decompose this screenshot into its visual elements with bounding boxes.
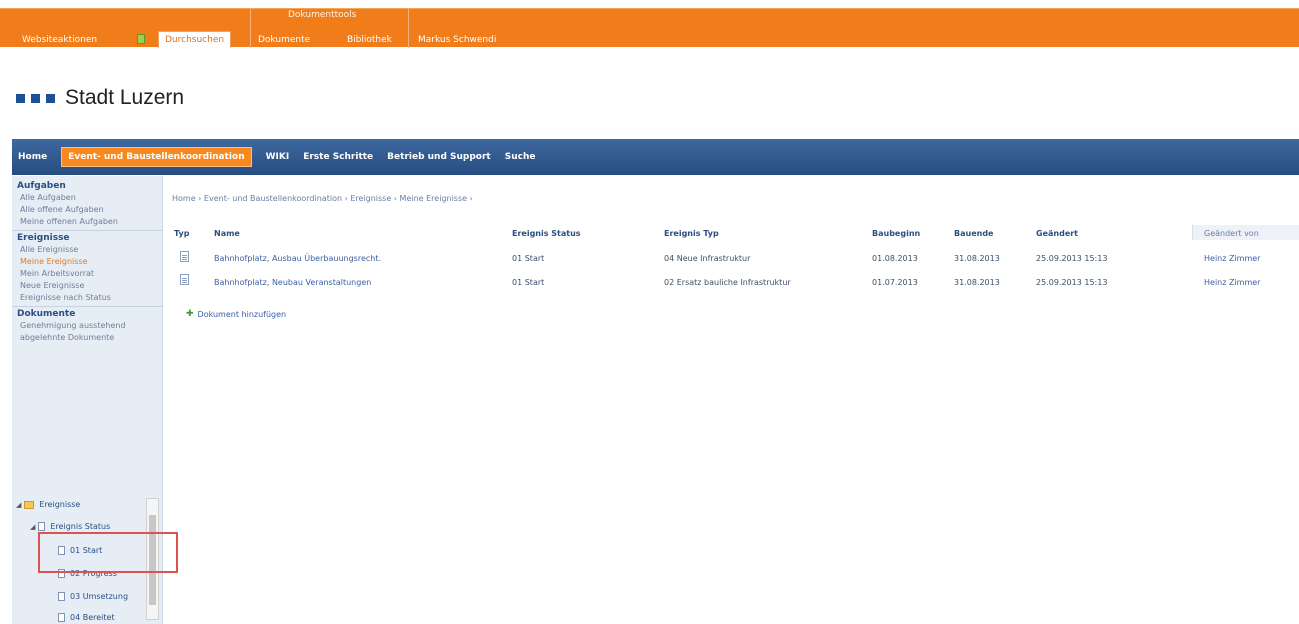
row-modified-by-link[interactable]: Heinz Zimmer: [1204, 278, 1260, 287]
tree-node-label: Ereignisse: [39, 500, 81, 509]
tree-leaf-label: 03 Umsetzung: [70, 592, 129, 601]
nav-wiki[interactable]: WIKI: [266, 152, 290, 162]
global-navigation: Home Event- und Baustellenkoordination W…: [12, 139, 1299, 175]
tab-durchsuchen[interactable]: Durchsuchen: [158, 31, 232, 48]
ribbon-separator: [408, 9, 409, 48]
site-title: Stadt Luzern: [65, 86, 185, 109]
tree-node-ereignisse[interactable]: ◢ Ereignisse: [16, 500, 80, 509]
expand-arrow-icon[interactable]: ◢: [16, 501, 21, 509]
site-logo[interactable]: Stadt Luzern: [16, 86, 184, 110]
ql-item-alle-offene-aufgaben[interactable]: Alle offene Aufgaben: [12, 204, 162, 216]
column-header-typ-ereignis[interactable]: Ereignis Typ: [664, 229, 719, 238]
nav-suche[interactable]: Suche: [505, 152, 536, 162]
row-name-link[interactable]: Bahnhofplatz, Ausbau Überbauungsrecht.: [214, 254, 381, 263]
ql-heading-ereignisse[interactable]: Ereignisse: [12, 230, 162, 244]
column-header-baubeginn[interactable]: Baubeginn: [872, 229, 920, 238]
ql-item-abgelehnte-dokumente[interactable]: abgelehnte Dokumente: [12, 332, 162, 344]
ql-heading-aufgaben[interactable]: Aufgaben: [12, 179, 162, 192]
document-icon[interactable]: [180, 251, 189, 262]
user-menu[interactable]: Markus Schwendi: [418, 35, 496, 45]
row-modified-by-link[interactable]: Heinz Zimmer: [1204, 254, 1260, 263]
row-status: 01 Start: [512, 254, 545, 263]
tree-leaf-04[interactable]: 04 Bereitet: [58, 613, 115, 622]
breadcrumb[interactable]: Home › Event- und Baustellenkoordination…: [172, 194, 473, 203]
row-type: 02 Ersatz bauliche Infrastruktur: [664, 278, 791, 287]
add-document-link[interactable]: ✚ Dokument hinzufügen: [186, 309, 286, 319]
row-modified: 25.09.2013 15:13: [1036, 278, 1108, 287]
logo-square-icon: [46, 93, 55, 103]
ql-item-ereignisse-nach-status[interactable]: Ereignisse nach Status: [12, 292, 162, 304]
document-icon: [58, 592, 65, 601]
row-type: 04 Neue Infrastruktur: [664, 254, 751, 263]
tree-node-ereignis-status[interactable]: ◢ Ereignis Status: [30, 522, 110, 531]
highlight-annotation: [38, 532, 178, 573]
ql-item-meine-offenen-aufgaben[interactable]: Meine offenen Aufgaben: [12, 216, 162, 228]
nav-erste-schritte[interactable]: Erste Schritte: [303, 152, 373, 162]
ql-item-genehmigung-ausstehend[interactable]: Genehmigung ausstehend: [12, 320, 162, 332]
tab-websiteaktionen[interactable]: Websiteaktionen: [22, 35, 97, 45]
ql-item-alle-aufgaben[interactable]: Alle Aufgaben: [12, 192, 162, 204]
nav-betrieb-support[interactable]: Betrieb und Support: [387, 152, 491, 162]
row-start: 01.07.2013: [872, 278, 918, 287]
document-icon[interactable]: [180, 274, 189, 285]
ribbon-separator: [250, 9, 251, 48]
ql-item-neue-ereignisse[interactable]: Neue Ereignisse: [12, 280, 162, 292]
tab-dokumente[interactable]: Dokumente: [258, 35, 310, 45]
row-end: 31.08.2013: [954, 254, 1000, 263]
tree-node-label: Ereignis Status: [50, 522, 111, 531]
row-status: 01 Start: [512, 278, 545, 287]
tab-bibliothek[interactable]: Bibliothek: [347, 35, 392, 45]
ql-heading-dokumente[interactable]: Dokumente: [12, 306, 162, 320]
folder-icon: [24, 500, 35, 509]
column-header-status[interactable]: Ereignis Status: [512, 229, 581, 238]
ribbon-group-label: Dokumenttools: [288, 10, 357, 20]
column-header-geaendert[interactable]: Geändert: [1036, 229, 1078, 238]
logo-square-icon: [16, 93, 25, 103]
nav-home[interactable]: Home: [18, 152, 47, 162]
nav-event-baustellenkoordination[interactable]: Event- und Baustellenkoordination: [61, 147, 252, 167]
row-end: 31.08.2013: [954, 278, 1000, 287]
column-header-typ[interactable]: Typ: [174, 229, 189, 238]
tree-leaf-label: 04 Bereitet: [70, 613, 115, 622]
document-icon: [58, 613, 65, 622]
add-document-label: Dokument hinzufügen: [197, 309, 287, 319]
add-icon: ✚: [186, 309, 194, 319]
document-icon: [38, 522, 46, 531]
column-header-geaendert-von[interactable]: Geändert von: [1204, 229, 1259, 238]
ql-item-meine-ereignisse[interactable]: Meine Ereignisse: [12, 256, 162, 268]
row-start: 01.08.2013: [872, 254, 918, 263]
row-modified: 25.09.2013 15:13: [1036, 254, 1108, 263]
ql-item-mein-arbeitsvorrat[interactable]: Mein Arbeitsvorrat: [12, 268, 162, 280]
ribbon-bar: Dokumenttools Websiteaktionen Durchsuche…: [0, 8, 1299, 48]
row-name-link[interactable]: Bahnhofplatz, Neubau Veranstaltungen: [214, 278, 371, 287]
expand-arrow-icon[interactable]: ◢: [30, 523, 35, 531]
logo-square-icon: [31, 93, 40, 103]
tree-leaf-03[interactable]: 03 Umsetzung: [58, 592, 128, 601]
ql-item-alle-ereignisse[interactable]: Alle Ereignisse: [12, 244, 162, 256]
navigate-up-icon[interactable]: [137, 34, 145, 44]
column-header-name[interactable]: Name: [214, 229, 240, 238]
column-header-bauende[interactable]: Bauende: [954, 229, 993, 238]
